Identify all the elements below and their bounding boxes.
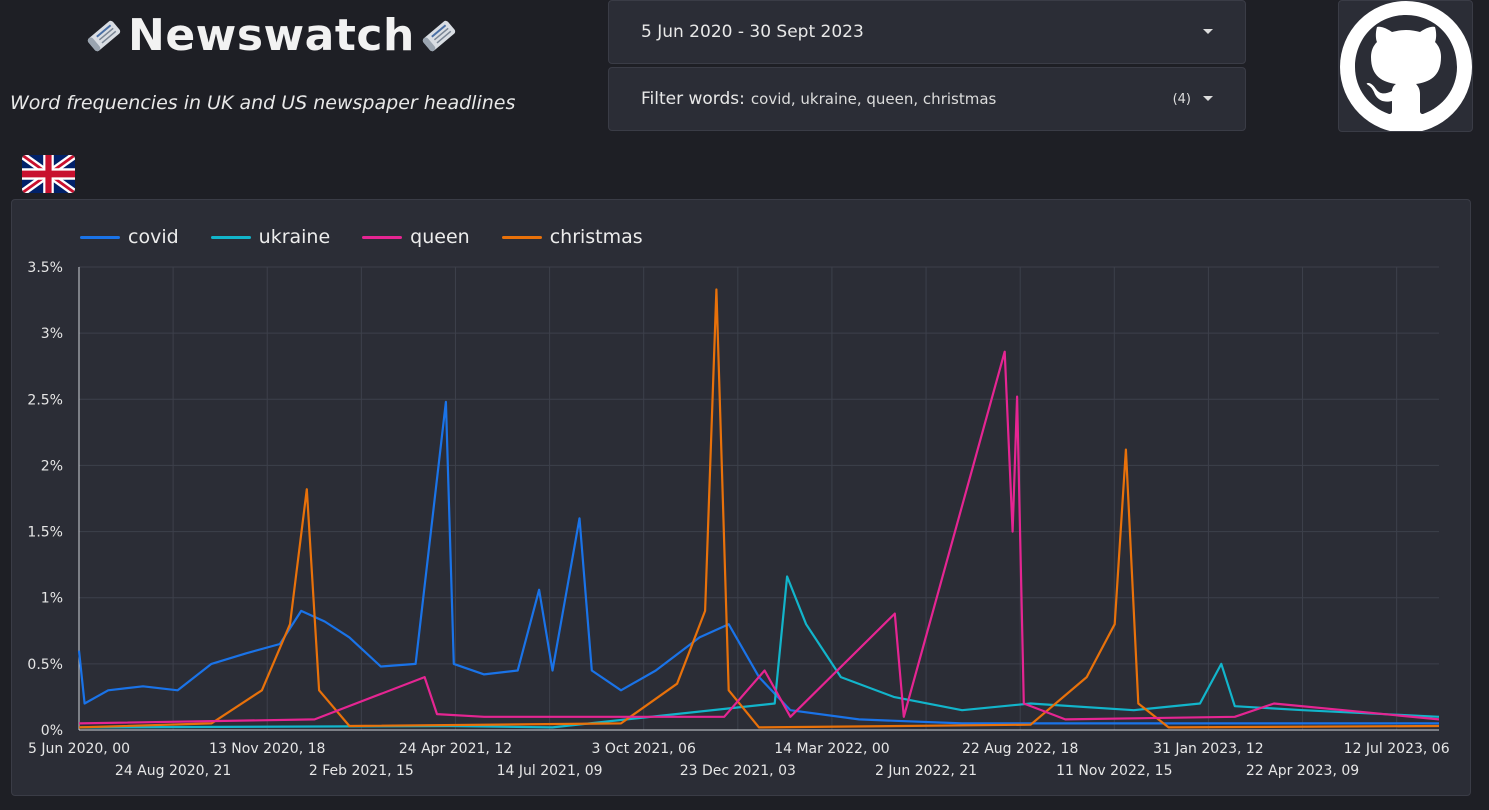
x-tick-label: 24 Aug 2020, 21 [115,763,231,779]
github-icon[interactable] [1339,1,1473,132]
x-tick-label: 13 Nov 2020, 18 [209,741,325,757]
y-tick-label: 2% [41,458,63,474]
x-tick-label: 22 Apr 2023, 09 [1246,763,1359,779]
x-tick-label: 2 Feb 2021, 15 [309,763,414,779]
x-tick-label: 5 Jun 2020, 00 [28,741,130,757]
filter-value: covid, ukraine, queen, christmas [750,90,997,108]
x-tick-label: 11 Nov 2022, 15 [1056,763,1172,779]
filter-words-select[interactable]: Filter words: covid, ukraine, queen, chr… [608,67,1246,131]
y-tick-label: 3.5% [27,260,63,276]
caret-down-icon[interactable] [1203,29,1213,34]
y-tick-label: 0% [41,723,63,739]
x-tick-label: 31 Jan 2023, 12 [1153,741,1264,757]
x-tick-label: 14 Jul 2021, 09 [497,763,603,779]
y-tick-label: 1.5% [27,525,63,541]
series-line-ukraine [78,575,1440,729]
x-tick-label: 24 Apr 2021, 12 [399,741,512,757]
y-tick-label: 3% [41,326,63,342]
caret-down-icon[interactable] [1203,96,1213,101]
series-line-covid [77,400,1439,725]
app-header: Newswatch [80,10,463,61]
series-line-queen [78,350,1440,725]
x-tick-label: 14 Mar 2022, 00 [774,741,889,757]
series-line-christmas [78,288,1440,729]
date-range-select[interactable]: 5 Jun 2020 - 30 Sept 2023 [608,0,1246,64]
y-tick-label: 2.5% [27,392,63,408]
uk-flag-icon [22,155,75,193]
x-tick-label: 12 Jul 2023, 06 [1344,741,1450,757]
y-tick-label: 1% [41,591,63,607]
x-tick-label: 23 Dec 2021, 03 [680,763,796,779]
filter-label: Filter words: [641,89,745,109]
date-range-label: 5 Jun 2020 - 30 Sept 2023 [641,22,864,42]
line-chart[interactable]: 0% 0.5% 1% 1.5% 2% 2.5% 3% 3.5% 5 Jun 2020, 00 13… [12,200,1470,795]
x-tick-label: 3 Oct 2021, 06 [592,741,696,757]
newspaper-icon [422,20,455,51]
x-tick-label: 22 Aug 2022, 18 [962,741,1078,757]
chart-panel: covid ukraine queen christmas 0% 0.5% 1% 1.… [11,199,1471,796]
app-subtitle: Word frequencies in UK and US newspaper … [10,92,516,114]
x-tick-label: 2 Jun 2022, 21 [875,763,977,779]
newspaper-icon [87,20,121,51]
y-tick-label: 0.5% [27,657,63,673]
github-link[interactable] [1338,0,1473,132]
app-title: Newswatch [128,10,415,61]
filter-count: (4) [1172,91,1191,107]
